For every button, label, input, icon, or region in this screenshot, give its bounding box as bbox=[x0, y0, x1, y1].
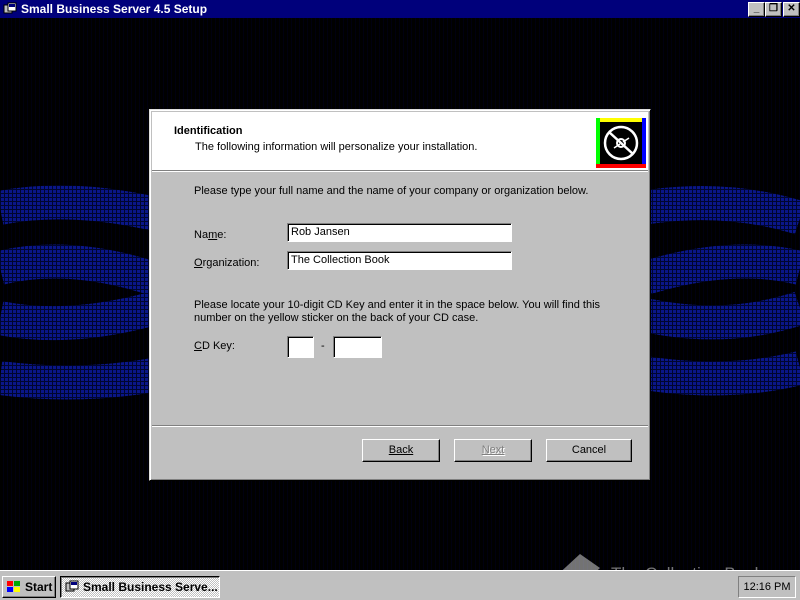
start-label: Start bbox=[25, 580, 53, 594]
window-title: Small Business Server 4.5 Setup bbox=[21, 2, 208, 16]
close-button[interactable]: ✕ bbox=[783, 2, 800, 17]
cd-key-label: CD Key: bbox=[194, 340, 235, 352]
organization-input[interactable]: The Collection Book bbox=[287, 251, 512, 270]
cancel-button-label: Cancel bbox=[571, 444, 607, 456]
header-title: Identification bbox=[174, 125, 243, 137]
windows-logo-icon bbox=[7, 581, 20, 592]
cd-key-part1-input[interactable] bbox=[287, 336, 314, 358]
cd-disc-icon bbox=[596, 118, 646, 168]
next-button[interactable]: Next bbox=[454, 439, 532, 462]
back-button-label: Back bbox=[388, 444, 414, 456]
dialog-header: Identification The following information… bbox=[152, 112, 648, 170]
setup-app-icon bbox=[3, 2, 17, 14]
cd-instructions-line1: Please locate your 10-digit CD Key and e… bbox=[194, 299, 601, 311]
window-title-bar[interactable]: Small Business Server 4.5 Setup _ ❐ ✕ bbox=[0, 0, 800, 18]
intro-text: Please type your full name and the name … bbox=[194, 185, 589, 197]
system-clock[interactable]: 12:16 PM bbox=[738, 576, 796, 598]
footer-divider bbox=[152, 425, 648, 427]
header-subtitle: The following information will personali… bbox=[195, 141, 478, 153]
header-divider bbox=[152, 170, 648, 172]
start-button[interactable]: Start bbox=[2, 576, 56, 598]
restore-button[interactable]: ❐ bbox=[765, 2, 782, 17]
taskbar: Start Small Business Serve... 12:16 PM bbox=[0, 570, 800, 600]
organization-label: Organization: bbox=[194, 257, 260, 269]
name-label: Name: bbox=[194, 229, 227, 241]
back-button[interactable]: Back bbox=[362, 439, 440, 462]
taskbar-item-label: Small Business Serve... bbox=[83, 580, 218, 594]
next-button-label: Next bbox=[481, 444, 505, 456]
setup-app-icon bbox=[65, 580, 79, 592]
cd-instructions-line2: number on the yellow sticker on the back… bbox=[194, 312, 479, 324]
identification-dialog: Identification The following information… bbox=[149, 109, 651, 481]
cd-key-part2-input[interactable] bbox=[333, 336, 382, 358]
cancel-button[interactable]: Cancel bbox=[546, 439, 632, 462]
cd-key-separator: - bbox=[321, 340, 325, 352]
minimize-button[interactable]: _ bbox=[748, 2, 765, 17]
taskbar-item-setup[interactable]: Small Business Serve... bbox=[60, 576, 220, 598]
name-input[interactable]: Rob Jansen bbox=[287, 223, 512, 242]
